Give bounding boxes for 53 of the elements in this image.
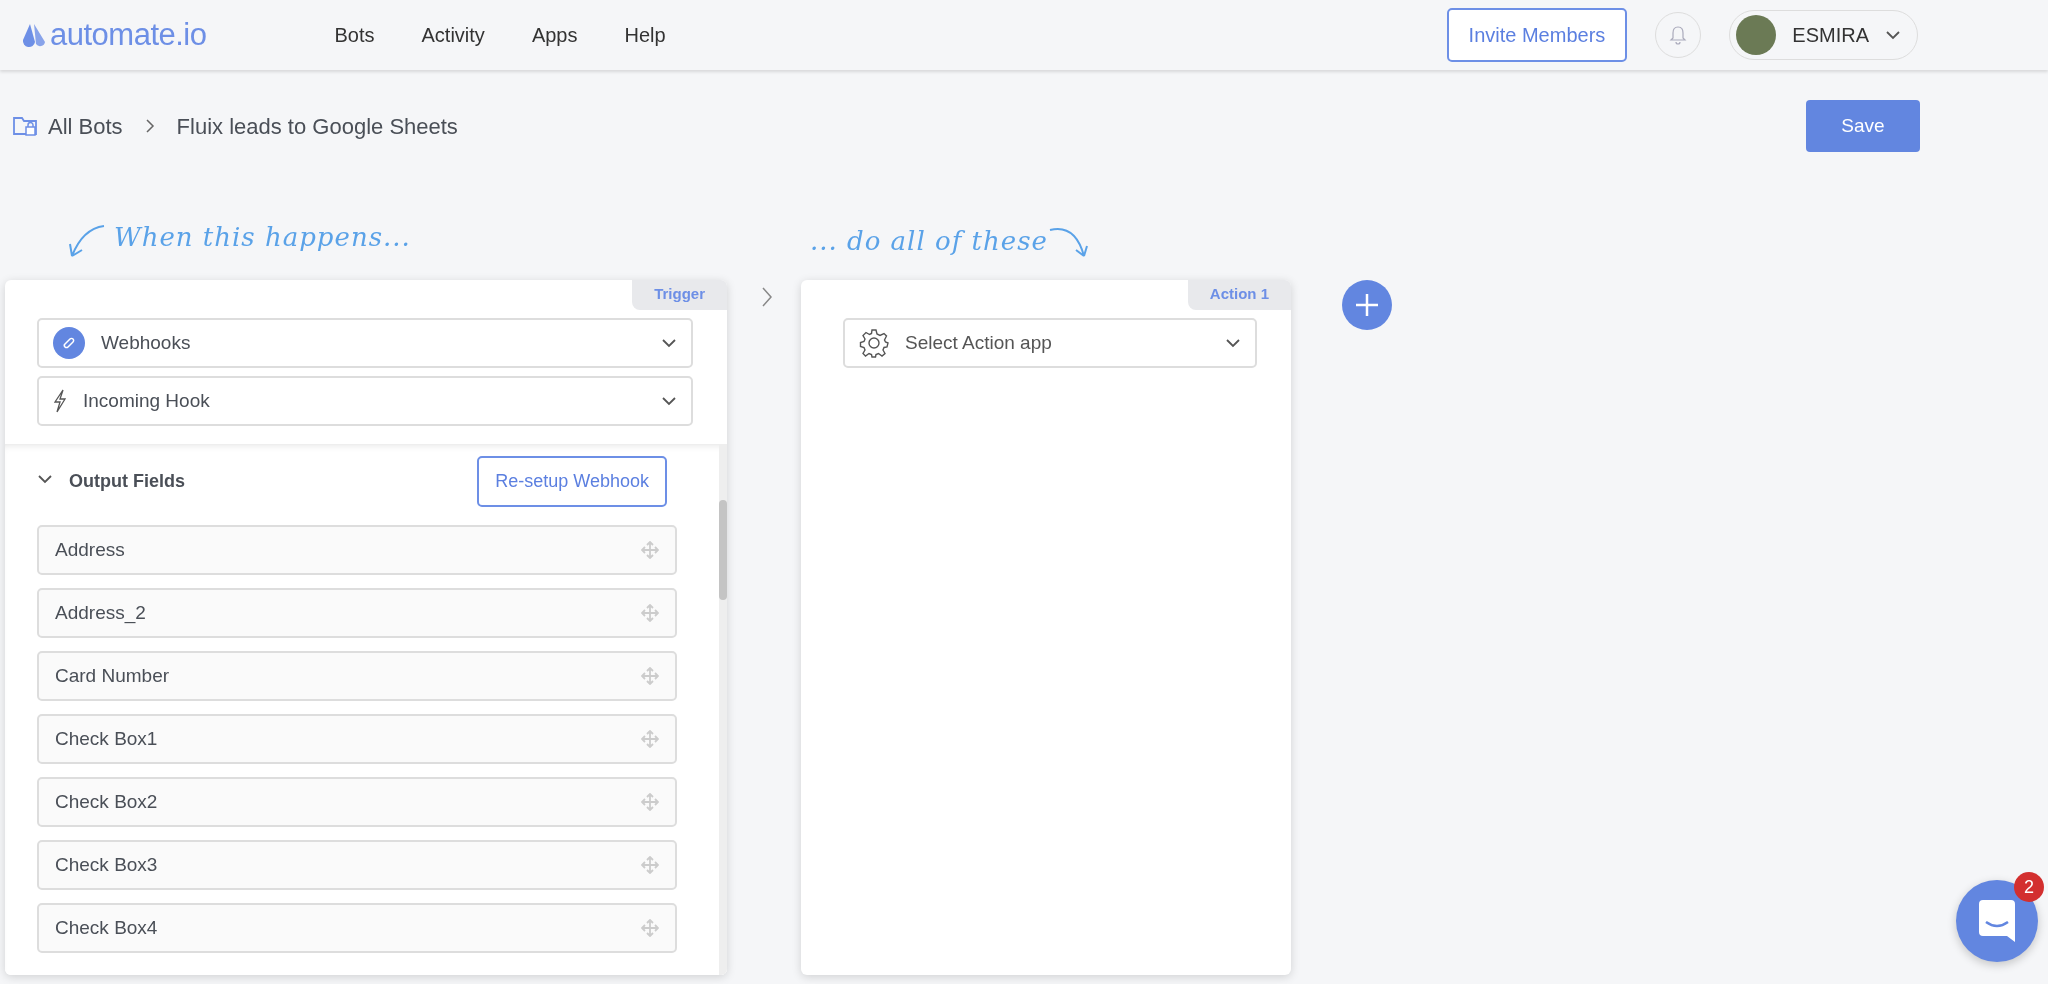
chat-bubble-icon [1979,900,2015,942]
chevron-right-icon [761,286,773,308]
output-field[interactable]: Card Number [37,651,677,701]
chevron-down-icon [661,338,677,348]
app-select[interactable]: Webhooks [37,318,693,368]
breadcrumb-current: Fluix leads to Google Sheets [176,112,458,141]
output-field[interactable]: Check Box1 [37,714,677,764]
action-label: Action 1 [1187,280,1291,310]
move-icon[interactable] [641,730,659,748]
re-setup-webhook-button[interactable]: Re-setup Webhook [477,456,667,507]
invite-members-button[interactable]: Invite Members [1446,8,1628,62]
breadcrumb-link[interactable]: All Bots [48,109,123,143]
logo-text: automate.io [50,15,207,54]
chevron-down-icon [1885,30,1901,40]
nav-link[interactable]: Bots [334,20,375,50]
gear-icon [859,328,889,358]
bell-icon [1669,25,1688,45]
handwritten-caption: When this happens... [114,221,411,254]
handwritten-caption: ... do all of these [810,225,1048,258]
nav-link[interactable]: Help [624,20,666,50]
nav-link[interactable]: Activity [421,20,485,50]
move-icon[interactable] [641,667,659,685]
chat-button[interactable] [1956,880,2038,962]
chevron-down-icon [1225,338,1241,348]
move-icon[interactable] [641,856,659,874]
output-field[interactable]: Check Box3 [37,840,677,890]
output-field[interactable]: Address_2 [37,588,677,638]
lightning-icon [53,389,67,413]
user-menu[interactable]: ESMIRA [1729,10,1918,60]
add-action-button[interactable] [1342,280,1392,330]
chevron-right-icon [144,118,155,134]
app-icon [53,327,85,359]
plus-icon [1355,293,1379,317]
folder-lock-icon [12,114,40,138]
move-icon[interactable] [641,793,659,811]
trigger-label: Trigger [632,280,727,310]
output-field[interactable]: Check Box4 [37,903,677,953]
move-icon[interactable] [641,604,659,622]
save-button[interactable]: Save [1806,100,1920,152]
nav-link[interactable]: Apps [531,20,578,50]
notification-badge: 2 [2014,872,2044,902]
drop-logo-icon [22,22,46,48]
scrollbar[interactable] [719,444,727,975]
output-fields-toggle[interactable]: Output Fields [37,468,185,495]
output-field[interactable]: Address [37,525,677,575]
move-icon[interactable] [641,919,659,937]
avatar [1736,15,1777,55]
move-icon[interactable] [641,541,659,559]
action-app-select[interactable]: Select Action app [843,318,1257,368]
chevron-down-icon [661,396,677,406]
user-name: ESMIRA [1792,23,1869,48]
event-select[interactable]: Incoming Hook [37,376,693,426]
output-field[interactable]: Check Box2 [37,777,677,827]
